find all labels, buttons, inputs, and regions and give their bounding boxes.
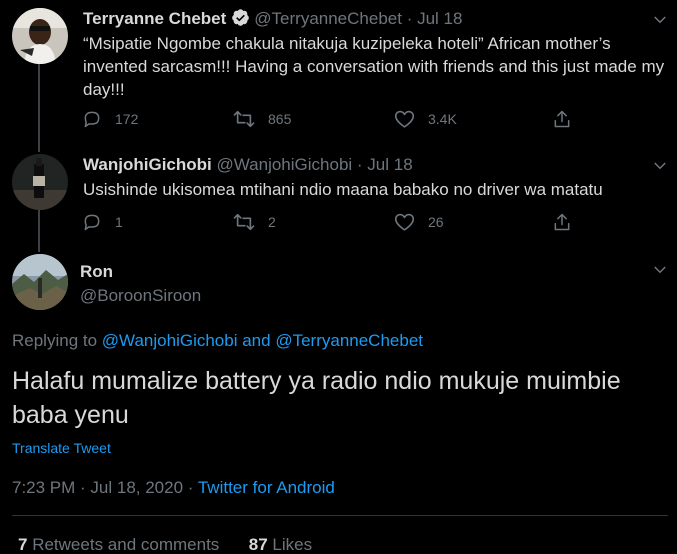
reply-button[interactable]: 1 — [82, 211, 123, 233]
tweet-date[interactable]: · Jul 18 — [407, 9, 463, 28]
divider — [12, 515, 668, 516]
replying-user-link[interactable]: @WanjohiGichobi — [102, 331, 238, 350]
heart-icon — [394, 110, 415, 128]
avatar[interactable] — [12, 254, 68, 310]
reply-icon — [84, 111, 100, 128]
tweet-wanjohi[interactable]: WanjohiGichobi @WanjohiGichobi · Jul 18 … — [0, 150, 677, 250]
display-name[interactable]: WanjohiGichobi — [83, 155, 212, 174]
retweet-button[interactable]: 2 — [233, 211, 276, 233]
tweet-actions: 1 2 26 — [82, 211, 582, 233]
verified-badge-icon — [231, 8, 250, 33]
reply-count: 1 — [115, 214, 123, 230]
share-icon — [554, 110, 570, 128]
share-button[interactable] — [552, 108, 585, 130]
tweet-header: WanjohiGichobi @WanjohiGichobi · Jul 18 — [83, 154, 413, 176]
tweet-meta: 7:23 PM · Jul 18, 2020 · Twitter for And… — [12, 478, 335, 498]
retweets-stat[interactable]: 7 Retweets and comments — [18, 535, 219, 554]
handle[interactable]: @WanjohiGichobi — [216, 155, 352, 174]
display-name-text: Ron — [80, 262, 114, 281]
chevron-down-icon[interactable] — [651, 11, 669, 29]
chevron-down-icon[interactable] — [651, 157, 669, 175]
retweet-count: 2 — [268, 214, 276, 230]
avatar[interactable] — [12, 154, 68, 210]
replying-prefix: Replying to — [12, 331, 98, 350]
likes-stat[interactable]: 87 Likes — [249, 535, 312, 554]
tweet-date[interactable]: · Jul 18 — [357, 155, 413, 174]
avatar[interactable] — [12, 8, 68, 64]
retweet-count: 865 — [268, 111, 292, 127]
share-button[interactable] — [552, 211, 585, 233]
handle[interactable]: @TerryanneChebet — [254, 9, 402, 28]
like-button[interactable]: 26 — [394, 211, 444, 233]
reply-icon — [84, 214, 100, 231]
tweet-thread: Terryanne Chebet @TerryanneChebet · Jul 1… — [0, 0, 677, 554]
tweet-header: Terryanne Chebet @TerryanneChebet · Jul 1… — [83, 8, 462, 33]
share-icon — [554, 213, 570, 231]
main-tweet-text: Halafu mumalize battery ya radio ndio mu… — [12, 367, 621, 429]
tweet-text: “Msipatie Ngombe chakula nitakuja kuzipe… — [83, 34, 665, 99]
source-link[interactable]: Twitter for Android — [198, 478, 335, 497]
display-name[interactable]: Terryanne Chebet — [83, 9, 226, 28]
chevron-down-icon[interactable] — [651, 261, 669, 279]
heart-icon — [394, 213, 415, 231]
replying-user-link[interactable]: @TerryanneChebet — [275, 331, 423, 350]
like-total: 87 — [248, 535, 268, 554]
reply-button[interactable]: 172 — [82, 108, 138, 130]
replying-and[interactable]: and — [242, 331, 270, 350]
translate-tweet-link[interactable]: Translate Tweet — [12, 440, 111, 456]
tweet-actions: 172 865 3.4K — [82, 108, 582, 130]
retweet-icon — [233, 110, 255, 128]
timestamp[interactable]: 7:23 PM · Jul 18, 2020 · — [12, 478, 193, 497]
retweet-label: Retweets and comments — [32, 535, 220, 554]
replying-to: Replying to @WanjohiGichobi and @Terryan… — [12, 331, 423, 351]
like-label: Likes — [272, 535, 313, 554]
retweet-total: 7 — [18, 535, 28, 554]
like-button[interactable]: 3.4K — [394, 108, 457, 130]
reply-count: 172 — [115, 111, 139, 127]
retweet-button[interactable]: 865 — [233, 108, 291, 130]
engagement-stats: 7 Retweets and comments 87 Likes — [18, 535, 312, 554]
handle[interactable]: @BoroonSiroon — [80, 285, 201, 307]
tweet-text: Usishinde ukisomea mtihani ndio maana ba… — [83, 180, 603, 199]
display-name[interactable]: Ron — [80, 261, 113, 283]
like-count: 26 — [428, 214, 444, 230]
retweet-icon — [233, 213, 255, 231]
like-count: 3.4K — [428, 111, 457, 127]
tweet-terryanne[interactable]: Terryanne Chebet @TerryanneChebet · Jul 1… — [0, 0, 677, 150]
